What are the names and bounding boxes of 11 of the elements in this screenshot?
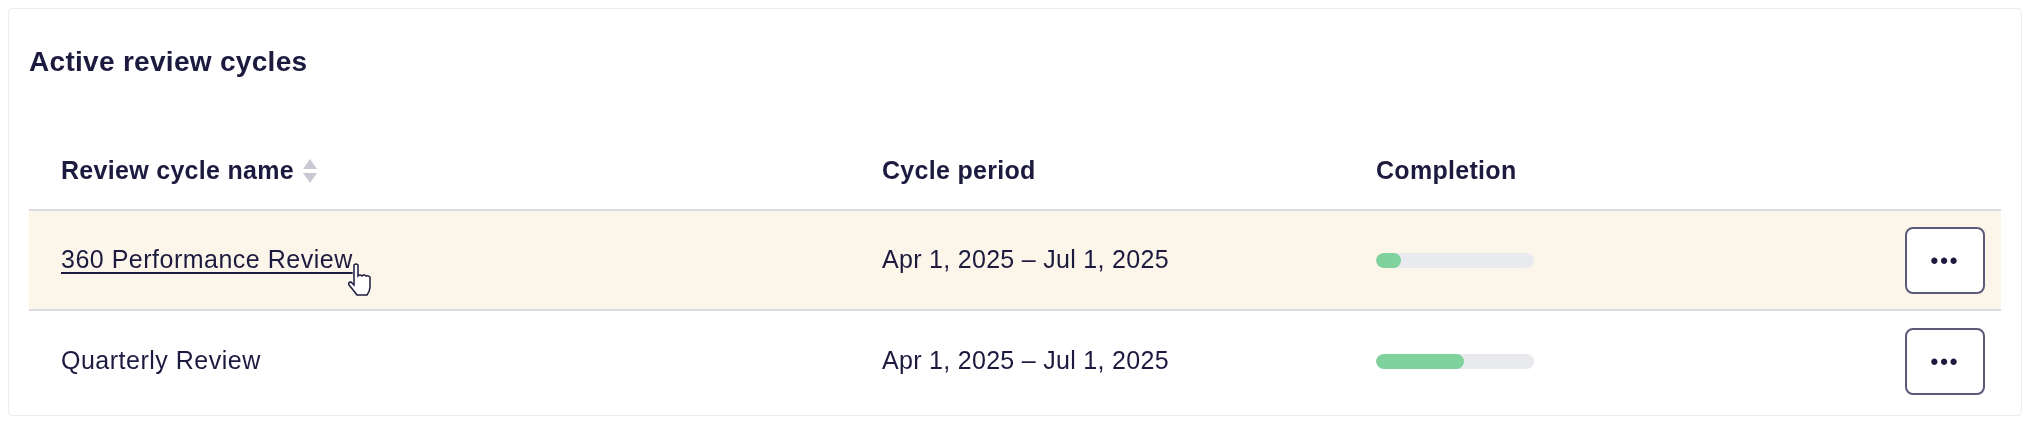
card-title: Active review cycles	[29, 45, 308, 79]
column-header[interactable]: Review cycle name	[61, 152, 295, 190]
more-options-button[interactable]: •••	[1905, 327, 1985, 395]
review-cycle-link[interactable]: 360 Performance Review	[61, 245, 353, 274]
sort-icon[interactable]	[302, 158, 319, 184]
column-header: Cycle period	[882, 155, 1036, 187]
review-cycle-link[interactable]: Quarterly Review	[61, 346, 261, 375]
cycle-period: Apr 1, 2025 – Jul 1, 2025	[882, 346, 1169, 375]
more-options-button[interactable]: •••	[1905, 226, 1985, 294]
column-header: Completion	[1376, 155, 1517, 187]
cycle-period: Apr 1, 2025 – Jul 1, 2025	[882, 245, 1169, 274]
